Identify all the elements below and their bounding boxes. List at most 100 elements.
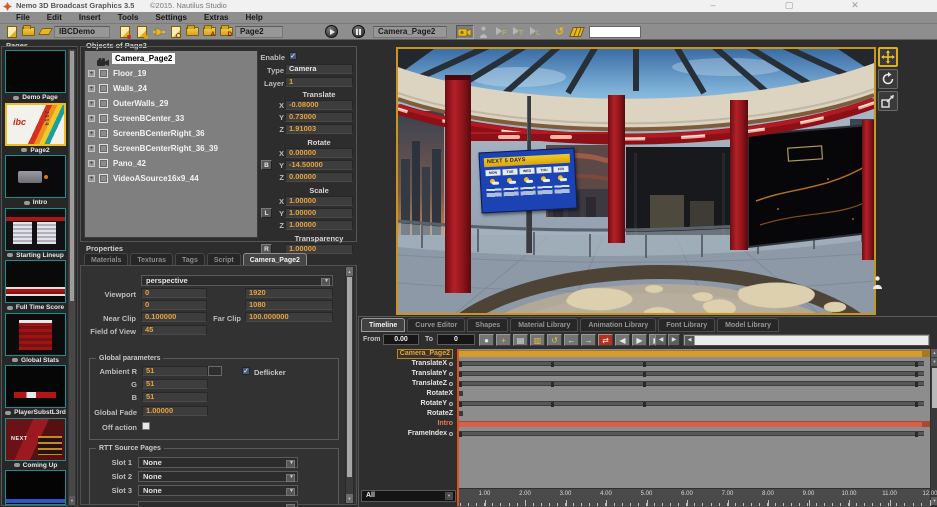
hscroll-thumb[interactable]	[695, 336, 928, 345]
scroll-down-icon[interactable]: ▼	[346, 494, 353, 503]
object-row[interactable]: +ScreenBCenterRight_36	[85, 126, 257, 141]
menu-extras[interactable]: Extras	[202, 13, 230, 22]
keyframe[interactable]	[915, 372, 918, 377]
viewport-height-field[interactable]: 1080	[245, 300, 333, 310]
far-clip-field[interactable]: 100.000000	[245, 312, 333, 322]
scroll-down-icon[interactable]: ▼	[69, 496, 75, 505]
play-button[interactable]: ▶	[632, 334, 647, 346]
next-key-button[interactable]: →	[581, 334, 596, 346]
bind-b-button[interactable]: B	[261, 160, 272, 170]
keyframe[interactable]	[643, 362, 646, 367]
rotate-y-field[interactable]: -14.50000	[285, 160, 353, 170]
expander-icon[interactable]: +	[88, 115, 95, 122]
slot-dropdown[interactable]: None▼	[138, 471, 298, 482]
tab-material-library[interactable]: Material Library	[510, 318, 578, 332]
object-row[interactable]: +Walls_24	[85, 81, 257, 96]
translate-y-field[interactable]: 0.73000	[285, 112, 353, 122]
loop-button[interactable]: ↺	[547, 334, 562, 346]
camera-tool-icon[interactable]	[456, 25, 474, 39]
track-label-rotatex[interactable]: RotateX	[427, 389, 453, 399]
tab-shapes[interactable]: Shapes	[467, 318, 508, 332]
object-checkbox-icon[interactable]	[99, 99, 108, 108]
keyframe[interactable]	[643, 402, 646, 407]
viewport-y-field[interactable]: 0	[141, 300, 207, 310]
folder-animation-icon[interactable]: A	[202, 25, 217, 39]
slot-dropdown[interactable]: None▼	[138, 457, 298, 468]
scroll-left-icon[interactable]: ◀	[655, 334, 667, 346]
track-bar[interactable]	[459, 361, 924, 366]
track-bar[interactable]	[459, 401, 924, 406]
play-page-button[interactable]	[325, 25, 338, 38]
track-filter-dropdown[interactable]: All▼	[361, 490, 456, 502]
timeline-track-area[interactable]	[457, 349, 930, 488]
scroll-up-icon[interactable]: ▲	[931, 349, 937, 357]
camera-type-dropdown[interactable]: perspective▼	[141, 275, 333, 286]
page-thumbnail[interactable]	[5, 155, 66, 198]
enable-checkbox[interactable]: ✓	[289, 52, 297, 60]
keyframe[interactable]	[459, 432, 462, 437]
open-project-icon[interactable]	[21, 25, 36, 39]
page-thumbnail[interactable]	[5, 365, 66, 408]
tab-timeline[interactable]: Timeline	[361, 318, 405, 332]
scroll-left-icon[interactable]: ◀	[685, 336, 694, 345]
copy-keys-button[interactable]: ▤	[513, 334, 528, 346]
menu-insert[interactable]: Insert	[77, 13, 103, 22]
track-bar[interactable]	[459, 371, 924, 376]
track-bar-group[interactable]	[457, 350, 930, 357]
keyframe-indicator-icon[interactable]	[449, 402, 453, 406]
scale-x-field[interactable]: 1.00000	[285, 196, 353, 206]
rotate-tool-button[interactable]	[878, 69, 898, 89]
rotate-x-field[interactable]: 0.00000	[285, 148, 353, 158]
rtt-slot4-dropdown-partial[interactable]	[138, 501, 298, 507]
character-tool-icon[interactable]	[476, 25, 491, 39]
expander-icon[interactable]: +	[88, 145, 95, 152]
menu-edit[interactable]: Edit	[45, 13, 64, 22]
track-bar[interactable]	[459, 431, 924, 436]
properties-scrollbar[interactable]: ▲ ▼	[345, 266, 354, 504]
object-checkbox-icon[interactable]	[99, 144, 108, 153]
tab-font-library[interactable]: Font Library	[658, 318, 715, 332]
maximize-button[interactable]: ▢	[782, 0, 796, 11]
timeline-hscrollbar[interactable]: ◀	[683, 334, 930, 346]
object-checkbox-icon[interactable]	[99, 174, 108, 183]
page-thumbnail[interactable]: ibc2014	[5, 103, 66, 146]
new-page-icon[interactable]	[4, 25, 19, 39]
track-label-translatez[interactable]: TranslateZ	[412, 379, 453, 389]
from-field[interactable]: 0.00	[383, 334, 419, 345]
object-checkbox-icon[interactable]	[99, 159, 108, 168]
expander-icon[interactable]: +	[88, 175, 95, 182]
expander-icon[interactable]: +	[88, 160, 95, 167]
viewport-3d[interactable]	[396, 47, 876, 315]
keyframe-indicator-icon[interactable]	[449, 372, 453, 376]
translate-z-field[interactable]: 1.91003	[285, 124, 353, 134]
tab-model-library[interactable]: Model Library	[717, 318, 779, 332]
paste-keys-button[interactable]: ▥	[530, 334, 545, 346]
minimize-button[interactable]: –	[706, 0, 720, 11]
object-row[interactable]: +ScreenBCenter_33	[85, 111, 257, 126]
prev-key-button[interactable]: ←	[564, 334, 579, 346]
expander-icon[interactable]: +	[88, 70, 95, 77]
pages-scrollbar[interactable]: ▼	[68, 49, 76, 506]
scale-tool-button[interactable]	[878, 91, 898, 111]
scroll-up-icon[interactable]: ▲	[346, 267, 353, 276]
object-row[interactable]: Camera_Page2	[85, 51, 257, 66]
stop-page-button[interactable]	[352, 25, 365, 38]
keyframe-indicator-icon[interactable]	[449, 432, 453, 436]
ambient-field[interactable]: 51	[142, 379, 208, 389]
keyframe[interactable]	[459, 402, 462, 407]
keyframe[interactable]	[643, 382, 646, 387]
type-field[interactable]: Camera	[285, 64, 353, 74]
scale-y-field[interactable]: 1.00000	[285, 208, 353, 218]
viewport-x-field[interactable]: 0	[141, 288, 207, 298]
ambient-field[interactable]: 51	[142, 392, 208, 402]
page-thumbnail[interactable]	[5, 260, 66, 303]
object-checkbox-icon[interactable]	[99, 84, 108, 93]
slot-dropdown[interactable]: None▼	[138, 485, 298, 496]
page-thumbnail[interactable]: NEXT	[5, 418, 66, 461]
tab-animation-library[interactable]: Animation Library	[580, 318, 656, 332]
keyframe[interactable]	[551, 362, 554, 367]
expander-icon[interactable]: +	[88, 100, 95, 107]
menu-help[interactable]: Help	[243, 13, 264, 22]
close-button[interactable]: ✕	[848, 0, 862, 11]
timeline-vscrollbar[interactable]: ▲ ▼	[931, 349, 937, 506]
